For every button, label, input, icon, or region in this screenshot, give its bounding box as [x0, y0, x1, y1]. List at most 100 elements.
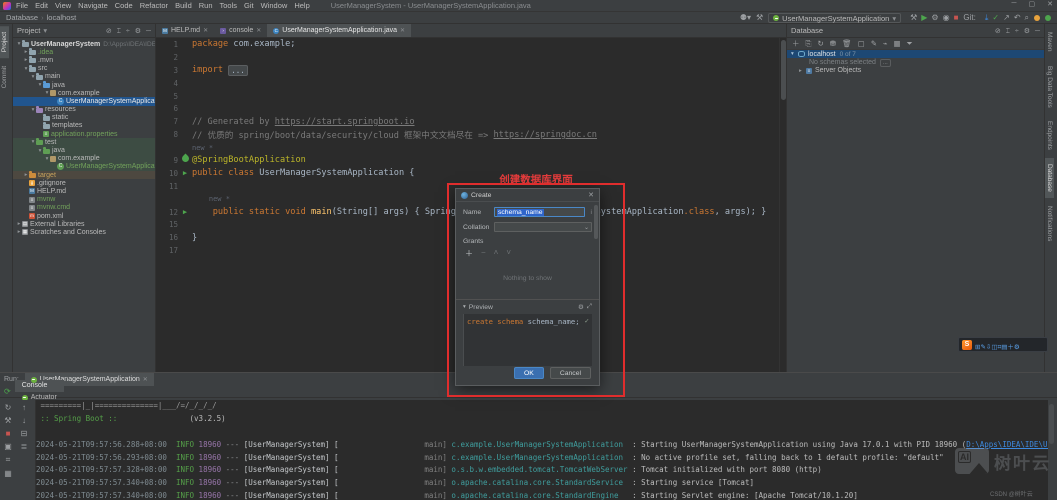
collapse-triangle-icon[interactable]: ▾	[463, 304, 466, 310]
editor-scrollbar[interactable]	[779, 38, 786, 372]
close-icon[interactable]: ✕	[143, 376, 148, 383]
console-output[interactable]: =========|_|==============|___/=/_/_/_/ …	[36, 400, 1048, 500]
rerun-icon[interactable]: ⟳	[4, 386, 11, 398]
tree-item-mvnw.cmd[interactable]: ≡mvnw.cmd	[13, 204, 155, 212]
menu-code[interactable]: Code	[115, 1, 133, 10]
tree-item-target[interactable]: ▸target	[13, 171, 155, 179]
db-toolbar-icon[interactable]: ＋	[792, 38, 800, 49]
tree-item-.idea[interactable]: ▸.idea	[13, 48, 155, 56]
console-action-icon[interactable]: ⚒	[4, 416, 11, 425]
tool-stripe-maven[interactable]: Maven	[1045, 26, 1054, 58]
minimize-icon[interactable]: ─	[1012, 0, 1017, 8]
console-nav-icon[interactable]: ↑	[22, 403, 26, 412]
search-icon[interactable]: ⌕	[1025, 13, 1029, 22]
panel-header-icon[interactable]: ⚙	[1024, 28, 1030, 35]
menu-git[interactable]: Git	[244, 1, 254, 10]
panel-header-icon[interactable]: ⌶	[117, 28, 121, 35]
tree-item-.mvn[interactable]: ▸.mvn	[13, 56, 155, 64]
gear-icon[interactable]: ⚙	[578, 303, 584, 311]
move-down-icon[interactable]: ˅	[506, 248, 511, 259]
tree-item-external-libraries[interactable]: ▸▤External Libraries	[13, 220, 155, 228]
menu-refactor[interactable]: Refactor	[140, 1, 168, 10]
preview-label[interactable]: Preview	[469, 304, 493, 311]
menu-run[interactable]: Run	[199, 1, 213, 10]
run-configuration-select[interactable]: UserManagerSystemApplication ▾	[768, 13, 901, 23]
tree-item-resources[interactable]: ▾resources	[13, 106, 155, 114]
editor-tab-console[interactable]: ›console✕	[214, 24, 267, 37]
dialog-scrollbar[interactable]	[594, 205, 598, 295]
expand-icon[interactable]: ⤢	[587, 303, 592, 311]
db-toolbar-icon[interactable]: ▢	[858, 39, 865, 48]
cancel-button[interactable]: Cancel	[550, 367, 591, 379]
db-toolbar-icon[interactable]: ⛃	[830, 39, 836, 48]
close-icon[interactable]: ✕	[1047, 0, 1053, 8]
wrench-icon[interactable]: ⚒	[756, 12, 763, 24]
db-node-localhost[interactable]: ▾ localhost 0 of 7	[787, 50, 1044, 58]
panel-header-icon[interactable]: ⌶	[1006, 28, 1010, 35]
console-action-icon[interactable]: ■	[6, 429, 11, 438]
db-toolbar-icon[interactable]: ▦	[894, 39, 901, 48]
db-toolbar-icon[interactable]: ⏷	[907, 39, 913, 49]
menu-help[interactable]: Help	[294, 1, 309, 10]
tree-item-src[interactable]: ▾src	[13, 65, 155, 73]
tree-item-mvnw[interactable]: ≡mvnw	[13, 196, 155, 204]
db-toolbar-icon[interactable]: ✎	[871, 39, 877, 48]
undo-icon[interactable]: ↶	[1014, 13, 1021, 22]
tree-item-test[interactable]: ▾test	[13, 138, 155, 146]
tree-item-application.properties[interactable]: ≡application.properties	[13, 130, 155, 138]
tree-item-main[interactable]: ▾main	[13, 73, 155, 81]
tree-item-java[interactable]: ▾java	[13, 146, 155, 154]
menu-window[interactable]: Window	[261, 1, 288, 10]
tree-item-static[interactable]: static	[13, 114, 155, 122]
collation-select[interactable]: ⌄	[494, 222, 592, 232]
console-action-icon[interactable]: ▣	[4, 442, 12, 451]
close-icon[interactable]: ✕	[400, 27, 405, 34]
build-hammer-icon[interactable]: ⚒	[910, 13, 917, 22]
coverage-icon[interactable]: ◉	[943, 13, 950, 22]
git-push-icon[interactable]: ↗	[1003, 13, 1010, 22]
add-icon[interactable]: ＋	[465, 248, 473, 259]
chevron-down-icon[interactable]: ▾	[43, 26, 47, 35]
tool-stripe-database[interactable]: Database	[1045, 158, 1054, 198]
run-gutter-icon[interactable]: ▶	[183, 169, 187, 177]
db-toolbar-icon[interactable]: 🗑	[842, 39, 852, 48]
panel-header-icon[interactable]: ⊘	[106, 28, 112, 35]
name-input[interactable]: schema_name	[494, 207, 585, 217]
tree-item-help.md[interactable]: MHELP.md	[13, 187, 155, 195]
tool-stripe-project[interactable]: Project	[0, 26, 9, 58]
console-tab-console[interactable]: Console	[15, 380, 64, 392]
console-action-icon[interactable]: ⌗	[6, 455, 11, 465]
project-panel-title[interactable]: Project	[17, 26, 40, 35]
tree-item-java[interactable]: ▾java	[13, 81, 155, 89]
tool-stripe-endpoints[interactable]: Endpoints	[1045, 115, 1054, 156]
tree-item-templates[interactable]: templates	[13, 122, 155, 130]
tree-item-.gitignore[interactable]: g.gitignore	[13, 179, 155, 187]
remove-icon[interactable]: −	[481, 248, 486, 259]
menu-edit[interactable]: Edit	[35, 1, 48, 10]
console-scrollbar[interactable]	[1049, 400, 1055, 500]
close-icon[interactable]: ✕	[256, 27, 261, 34]
menu-file[interactable]: File	[16, 1, 28, 10]
preview-code[interactable]: create schema schema_name; ✓	[463, 314, 592, 366]
db-toolbar-icon[interactable]: ⌁	[883, 39, 888, 48]
console-nav-icon[interactable]: ⊟	[21, 429, 28, 438]
spring-leaf-icon[interactable]	[180, 154, 190, 164]
user-icon[interactable]: ⚉▾	[740, 12, 751, 24]
console-action-icon[interactable]: ↻	[5, 403, 12, 412]
menu-view[interactable]: View	[55, 1, 71, 10]
panel-header-icon[interactable]: ÷	[1015, 28, 1019, 35]
console-nav-icon[interactable]: ≣	[21, 442, 28, 451]
panel-header-icon[interactable]: ⚙	[135, 28, 141, 35]
git-update-icon[interactable]: ⤓	[985, 13, 989, 22]
run-gutter-icon[interactable]: ▶	[183, 208, 187, 216]
tree-item-com.example[interactable]: ▾com.example	[13, 89, 155, 97]
menu-build[interactable]: Build	[175, 1, 192, 10]
editor-tab-help.md[interactable]: MHELP.md✕	[156, 24, 214, 37]
console-nav-icon[interactable]: ↓	[22, 416, 26, 425]
menu-tools[interactable]: Tools	[220, 1, 238, 10]
tree-item-pom.xml[interactable]: mpom.xml	[13, 212, 155, 220]
log-file-link[interactable]: D:\Apps\IDEA\IDE\UserManagerSy	[966, 440, 1048, 449]
tree-item-com.example[interactable]: ▾com.example	[13, 155, 155, 163]
ok-button[interactable]: OK	[514, 367, 544, 379]
menu-navigate[interactable]: Navigate	[78, 1, 108, 10]
